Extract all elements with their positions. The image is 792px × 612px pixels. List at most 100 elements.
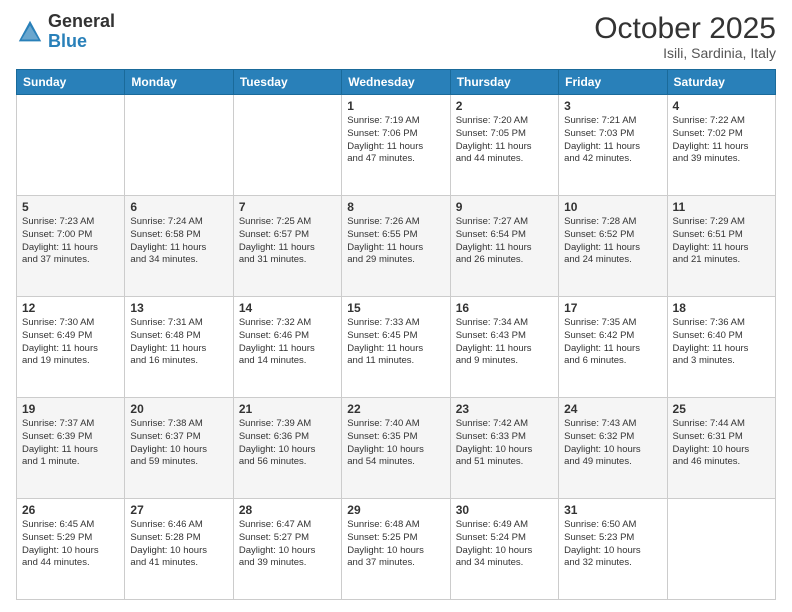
calendar-cell [17,95,125,196]
calendar-cell: 10 Sunrise: 7:28 AM Sunset: 6:52 PM Dayli… [559,196,667,297]
day-info: Sunrise: 7:24 AM Sunset: 6:58 PM Dayligh… [130,216,227,267]
calendar-cell: 15 Sunrise: 7:33 AM Sunset: 6:45 PM Dayli… [342,297,450,398]
day-info: Sunrise: 7:30 AM Sunset: 6:49 PM Dayligh… [22,317,119,368]
day-number: 8 [347,200,444,214]
day-info: Sunrise: 7:33 AM Sunset: 6:45 PM Dayligh… [347,317,444,368]
day-number: 16 [456,301,553,315]
page: General Blue October 2025 Isili, Sardini… [0,0,792,612]
day-info: Sunrise: 7:35 AM Sunset: 6:42 PM Dayligh… [564,317,661,368]
calendar-cell: 5 Sunrise: 7:23 AM Sunset: 7:00 PM Daylig… [17,196,125,297]
day-info: Sunrise: 7:42 AM Sunset: 6:33 PM Dayligh… [456,418,553,469]
calendar-week-4: 26Sunrise: 6:45 AM Sunset: 5:29 PM Dayli… [17,499,776,600]
day-number: 31 [564,503,661,517]
calendar-cell: 24 Sunrise: 7:43 AM Sunset: 6:32 PM Dayli… [559,398,667,499]
calendar: SundayMondayTuesdayWednesdayThursdayFrid… [16,69,776,600]
month-title: October 2025 [594,12,776,45]
title-block: October 2025 Isili, Sardinia, Italy [594,12,776,61]
day-number: 14 [239,301,336,315]
calendar-cell: 22Sunrise: 7:40 AM Sunset: 6:35 PM Dayli… [342,398,450,499]
day-info: Sunrise: 6:49 AM Sunset: 5:24 PM Dayligh… [456,519,553,570]
day-number: 9 [456,200,553,214]
day-number: 12 [22,301,119,315]
calendar-cell: 8 Sunrise: 7:26 AM Sunset: 6:55 PM Daylig… [342,196,450,297]
logo: General Blue [16,12,115,52]
calendar-header-row: SundayMondayTuesdayWednesdayThursdayFrid… [17,70,776,95]
day-info: Sunrise: 6:47 AM Sunset: 5:27 PM Dayligh… [239,519,336,570]
calendar-header-thursday: Thursday [450,70,558,95]
calendar-cell: 16Sunrise: 7:34 AM Sunset: 6:43 PM Dayli… [450,297,558,398]
day-number: 10 [564,200,661,214]
calendar-cell: 11 Sunrise: 7:29 AM Sunset: 6:51 PM Dayli… [667,196,775,297]
day-info: Sunrise: 7:28 AM Sunset: 6:52 PM Dayligh… [564,216,661,267]
day-info: Sunrise: 7:36 AM Sunset: 6:40 PM Dayligh… [673,317,770,368]
day-number: 6 [130,200,227,214]
day-number: 25 [673,402,770,416]
day-info: Sunrise: 7:38 AM Sunset: 6:37 PM Dayligh… [130,418,227,469]
day-number: 4 [673,99,770,113]
calendar-header-tuesday: Tuesday [233,70,341,95]
day-number: 28 [239,503,336,517]
day-info: Sunrise: 7:23 AM Sunset: 7:00 PM Dayligh… [22,216,119,267]
logo-text: General Blue [48,12,115,52]
calendar-cell: 7 Sunrise: 7:25 AM Sunset: 6:57 PM Daylig… [233,196,341,297]
calendar-cell: 19Sunrise: 7:37 AM Sunset: 6:39 PM Dayli… [17,398,125,499]
calendar-cell: 3Sunrise: 7:21 AM Sunset: 7:03 PM Daylig… [559,95,667,196]
day-info: Sunrise: 7:29 AM Sunset: 6:51 PM Dayligh… [673,216,770,267]
calendar-week-1: 5 Sunrise: 7:23 AM Sunset: 7:00 PM Daylig… [17,196,776,297]
day-info: Sunrise: 7:27 AM Sunset: 6:54 PM Dayligh… [456,216,553,267]
calendar-cell: 26Sunrise: 6:45 AM Sunset: 5:29 PM Dayli… [17,499,125,600]
day-number: 27 [130,503,227,517]
day-number: 29 [347,503,444,517]
calendar-cell [667,499,775,600]
calendar-cell: 29 Sunrise: 6:48 AM Sunset: 5:25 PM Dayli… [342,499,450,600]
calendar-header-wednesday: Wednesday [342,70,450,95]
day-info: Sunrise: 7:20 AM Sunset: 7:05 PM Dayligh… [456,115,553,166]
calendar-cell: 20 Sunrise: 7:38 AM Sunset: 6:37 PM Dayli… [125,398,233,499]
day-number: 15 [347,301,444,315]
calendar-cell [233,95,341,196]
calendar-header-saturday: Saturday [667,70,775,95]
calendar-cell: 9 Sunrise: 7:27 AM Sunset: 6:54 PM Daylig… [450,196,558,297]
day-number: 24 [564,402,661,416]
day-info: Sunrise: 7:37 AM Sunset: 6:39 PM Dayligh… [22,418,119,469]
logo-icon [16,18,44,46]
day-info: Sunrise: 7:22 AM Sunset: 7:02 PM Dayligh… [673,115,770,166]
day-number: 11 [673,200,770,214]
calendar-header-monday: Monday [125,70,233,95]
day-number: 5 [22,200,119,214]
day-info: Sunrise: 7:31 AM Sunset: 6:48 PM Dayligh… [130,317,227,368]
calendar-cell: 12 Sunrise: 7:30 AM Sunset: 6:49 PM Dayli… [17,297,125,398]
day-info: Sunrise: 7:25 AM Sunset: 6:57 PM Dayligh… [239,216,336,267]
day-number: 21 [239,402,336,416]
day-number: 7 [239,200,336,214]
calendar-cell: 30Sunrise: 6:49 AM Sunset: 5:24 PM Dayli… [450,499,558,600]
day-number: 23 [456,402,553,416]
day-number: 13 [130,301,227,315]
day-info: Sunrise: 6:48 AM Sunset: 5:25 PM Dayligh… [347,519,444,570]
day-info: Sunrise: 7:40 AM Sunset: 6:35 PM Dayligh… [347,418,444,469]
calendar-week-0: 1Sunrise: 7:19 AM Sunset: 7:06 PM Daylig… [17,95,776,196]
day-info: Sunrise: 7:44 AM Sunset: 6:31 PM Dayligh… [673,418,770,469]
calendar-cell: 2 Sunrise: 7:20 AM Sunset: 7:05 PM Daylig… [450,95,558,196]
calendar-cell: 23 Sunrise: 7:42 AM Sunset: 6:33 PM Dayli… [450,398,558,499]
calendar-week-3: 19Sunrise: 7:37 AM Sunset: 6:39 PM Dayli… [17,398,776,499]
day-info: Sunrise: 7:39 AM Sunset: 6:36 PM Dayligh… [239,418,336,469]
location-title: Isili, Sardinia, Italy [594,45,776,61]
day-number: 20 [130,402,227,416]
calendar-cell: 21 Sunrise: 7:39 AM Sunset: 6:36 PM Dayli… [233,398,341,499]
calendar-cell: 17 Sunrise: 7:35 AM Sunset: 6:42 PM Dayli… [559,297,667,398]
day-info: Sunrise: 7:19 AM Sunset: 7:06 PM Dayligh… [347,115,444,166]
calendar-cell [125,95,233,196]
calendar-cell: 13 Sunrise: 7:31 AM Sunset: 6:48 PM Dayli… [125,297,233,398]
calendar-cell: 31 Sunrise: 6:50 AM Sunset: 5:23 PM Dayli… [559,499,667,600]
day-number: 2 [456,99,553,113]
day-info: Sunrise: 7:43 AM Sunset: 6:32 PM Dayligh… [564,418,661,469]
day-info: Sunrise: 6:50 AM Sunset: 5:23 PM Dayligh… [564,519,661,570]
calendar-cell: 27 Sunrise: 6:46 AM Sunset: 5:28 PM Dayli… [125,499,233,600]
day-info: Sunrise: 7:26 AM Sunset: 6:55 PM Dayligh… [347,216,444,267]
calendar-cell: 14Sunrise: 7:32 AM Sunset: 6:46 PM Dayli… [233,297,341,398]
calendar-cell: 25 Sunrise: 7:44 AM Sunset: 6:31 PM Dayli… [667,398,775,499]
day-number: 17 [564,301,661,315]
day-info: Sunrise: 6:46 AM Sunset: 5:28 PM Dayligh… [130,519,227,570]
day-info: Sunrise: 7:21 AM Sunset: 7:03 PM Dayligh… [564,115,661,166]
